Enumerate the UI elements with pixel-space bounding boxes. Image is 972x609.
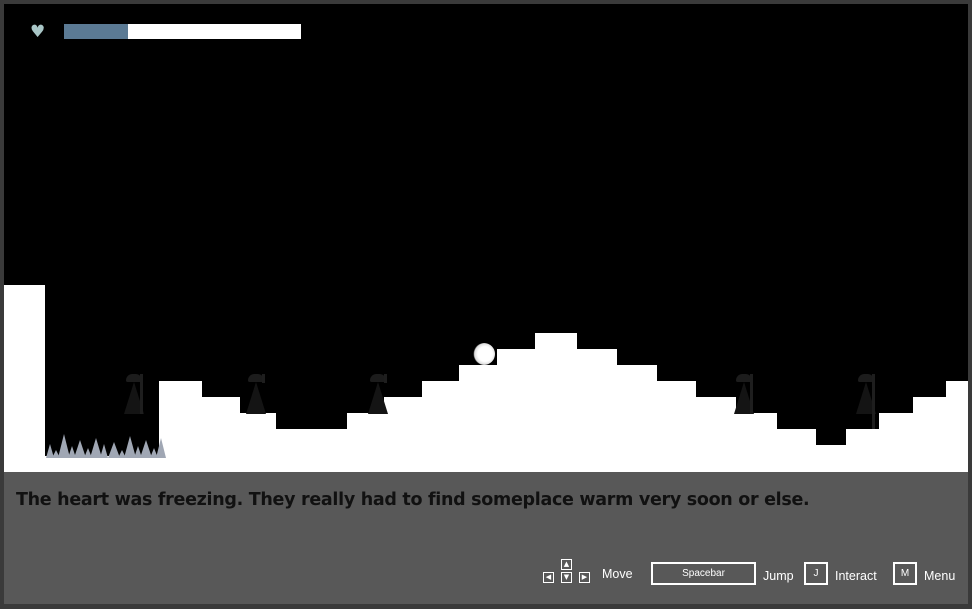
spacebar-key: Spacebar [651, 562, 756, 585]
dialog-text: The heart was freezing. They really had … [16, 490, 810, 510]
arrow-up-icon: ▲ [561, 559, 572, 570]
dialog-panel: The heart was freezing. They really had … [4, 472, 968, 604]
j-key: J [804, 562, 828, 585]
spike-pit-floor [45, 456, 163, 472]
interact-label: Interact [835, 569, 877, 583]
menu-label: Menu [924, 569, 956, 583]
arrow-keys: ▲ ◀ ▼ ▶ [542, 559, 592, 585]
arrow-left-icon: ◀ [543, 572, 554, 583]
spikes [46, 434, 166, 458]
game-stage[interactable]: ♥ [4, 4, 968, 472]
game-window: ♥ The heart was freezing. They really ha… [0, 0, 972, 609]
arrow-down-icon: ▼ [561, 572, 572, 583]
jump-label: Jump [763, 569, 794, 583]
move-label: Move [602, 567, 633, 581]
heart-orb-player[interactable] [473, 343, 495, 365]
m-key: M [893, 562, 917, 585]
arrow-right-icon: ▶ [579, 572, 590, 583]
terrain [4, 285, 968, 472]
ground-terrain [4, 285, 968, 472]
